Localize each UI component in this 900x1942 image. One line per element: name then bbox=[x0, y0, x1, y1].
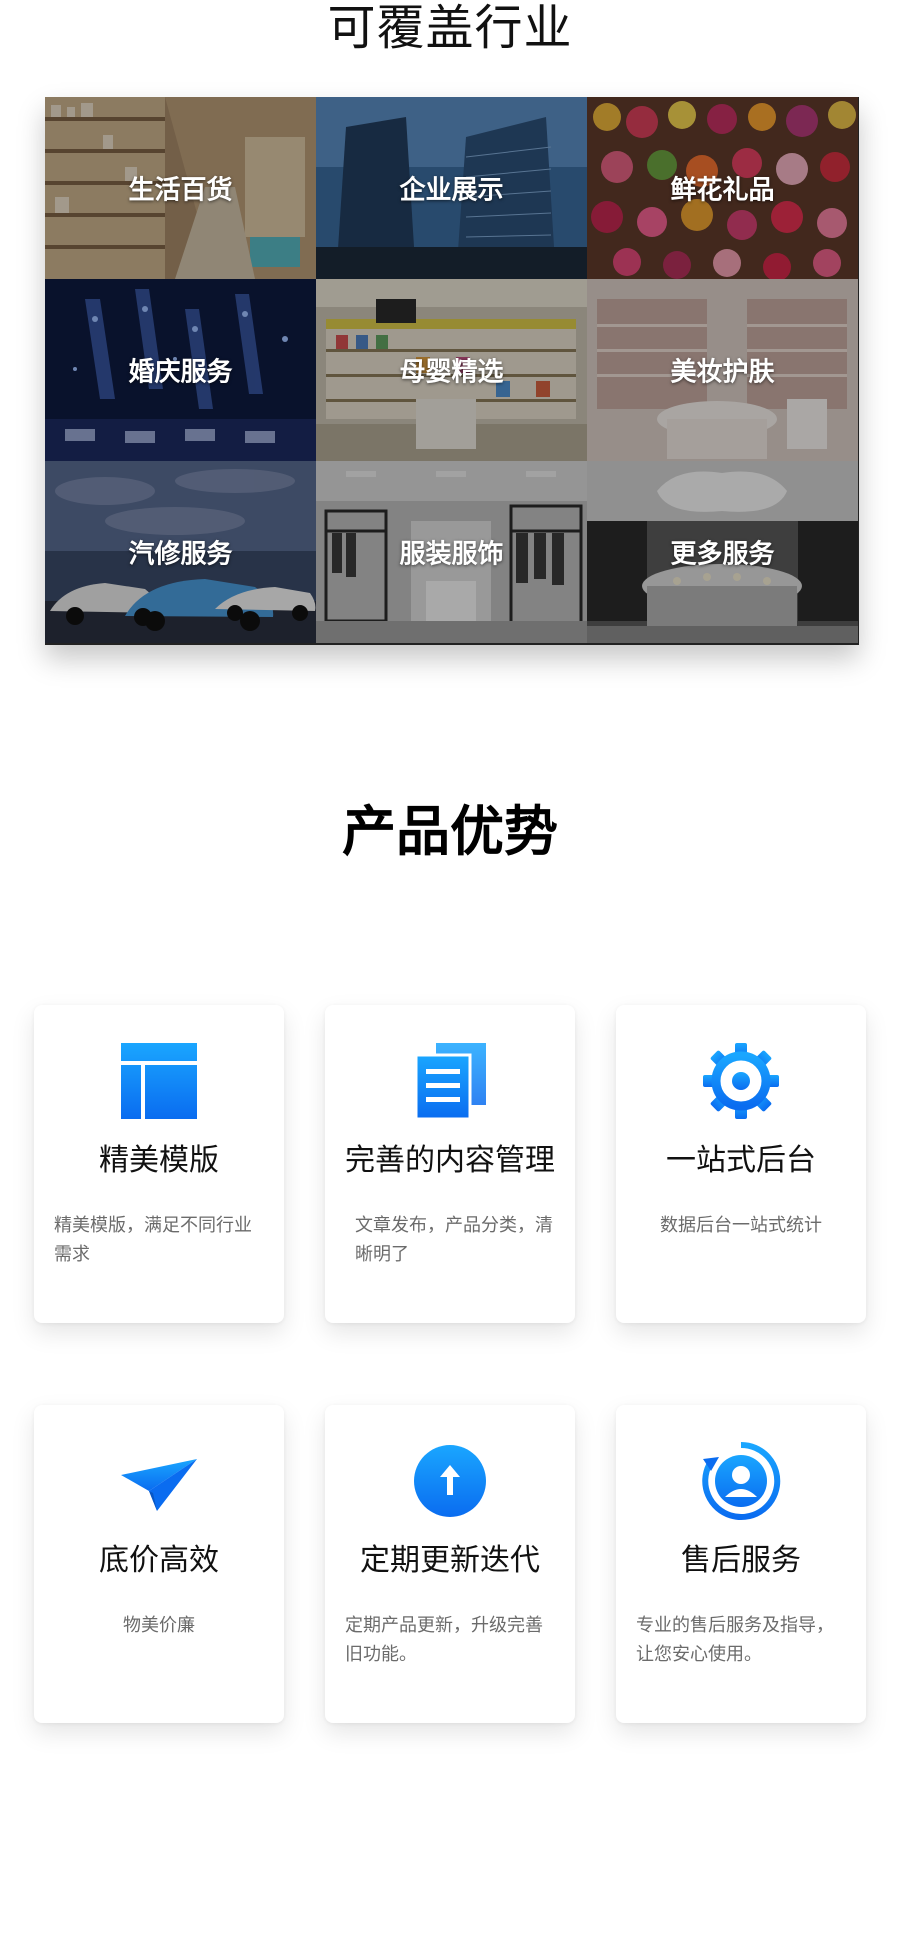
card-description: 物美价廉 bbox=[123, 1615, 195, 1636]
advantage-card-content-management: 完善的内容管理 文章发布，产品分类，清晰明了 bbox=[325, 1005, 575, 1323]
card-title: 一站式后台 bbox=[666, 1143, 816, 1178]
industry-tile-daily-goods[interactable]: 生活百货 bbox=[45, 97, 316, 279]
advantage-card-low-price: 底价高效 物美价廉 bbox=[34, 1405, 284, 1723]
advantages-title: 产品优势 bbox=[342, 800, 558, 863]
customer-service-icon bbox=[702, 1441, 781, 1520]
industry-tile-auto-repair[interactable]: 汽修服务 bbox=[45, 461, 316, 643]
advantage-card-templates: 精美模版 精美模版，满足不同行业需求 bbox=[34, 1005, 284, 1323]
industry-tile-wedding[interactable]: 婚庆服务 bbox=[45, 279, 316, 461]
upload-arrow-icon bbox=[414, 1445, 486, 1517]
industry-tile-flowers[interactable]: 鲜花礼品 bbox=[587, 97, 858, 279]
card-title: 完善的内容管理 bbox=[345, 1143, 555, 1178]
tile-label: 汽修服务 bbox=[128, 539, 233, 570]
advantage-card-after-sales: 售后服务 专业的售后服务及指导，让您安心使用。 bbox=[616, 1405, 866, 1723]
industry-grid: 生活百货 企业展示 鲜花礼品 婚庆服务 母婴精选 美妆护肤 汽修服务 服装服饰 … bbox=[45, 97, 859, 645]
card-description: 数据后台一站式统计 bbox=[660, 1215, 822, 1236]
industry-tile-more[interactable]: 更多服务 bbox=[587, 461, 858, 643]
card-description: 专业的售后服务及指导，让您安心使用。 bbox=[636, 1615, 834, 1665]
industries-title: 可覆盖行业 bbox=[327, 0, 573, 56]
card-description: 定期产品更新，升级完善旧功能。 bbox=[345, 1615, 543, 1665]
advantage-card-backend: 一站式后台 数据后台一站式统计 bbox=[616, 1005, 866, 1323]
documents-icon bbox=[414, 1043, 486, 1121]
card-description: 精美模版，满足不同行业需求 bbox=[54, 1215, 252, 1265]
tile-label: 企业展示 bbox=[399, 175, 504, 206]
template-layout-icon bbox=[121, 1043, 197, 1119]
gear-icon bbox=[703, 1043, 779, 1119]
industry-tile-corporate[interactable]: 企业展示 bbox=[316, 97, 587, 279]
industry-tile-baby[interactable]: 母婴精选 bbox=[316, 279, 587, 461]
tile-label: 婚庆服务 bbox=[128, 357, 233, 388]
card-description: 文章发布，产品分类，清晰明了 bbox=[355, 1215, 553, 1265]
card-title: 精美模版 bbox=[99, 1143, 219, 1178]
industry-tile-apparel[interactable]: 服装服饰 bbox=[316, 461, 587, 643]
advantage-card-updates: 定期更新迭代 定期产品更新，升级完善旧功能。 bbox=[325, 1405, 575, 1723]
tile-label: 鲜花礼品 bbox=[670, 175, 775, 206]
tile-label: 更多服务 bbox=[670, 539, 775, 570]
card-title: 售后服务 bbox=[681, 1543, 801, 1578]
tile-label: 服装服饰 bbox=[399, 539, 504, 570]
tile-label: 母婴精选 bbox=[399, 357, 504, 388]
card-title: 底价高效 bbox=[99, 1543, 219, 1578]
industry-tile-cosmetics[interactable]: 美妆护肤 bbox=[587, 279, 858, 461]
tile-label: 美妆护肤 bbox=[670, 357, 775, 388]
card-title: 定期更新迭代 bbox=[360, 1543, 540, 1578]
paper-plane-icon bbox=[121, 1459, 197, 1511]
tile-label: 生活百货 bbox=[128, 175, 233, 206]
